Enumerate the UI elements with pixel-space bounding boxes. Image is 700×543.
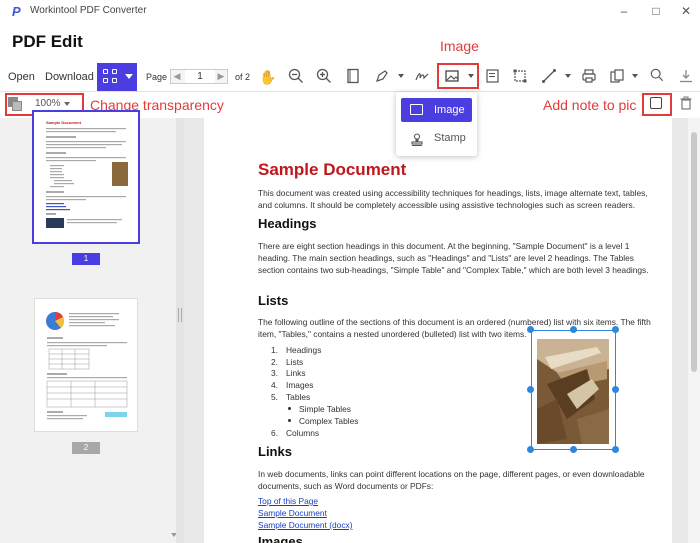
page-2-badge[interactable]: 2 xyxy=(72,442,100,454)
resize-handle[interactable] xyxy=(612,326,619,333)
pen-icon[interactable] xyxy=(373,68,391,86)
page-1-badge[interactable]: 1 xyxy=(72,253,100,265)
zoom-out-icon[interactable] xyxy=(287,68,305,86)
doc-heading-headings: Headings xyxy=(258,216,317,231)
scrollbar-thumb[interactable] xyxy=(691,132,697,372)
resize-handle[interactable] xyxy=(527,326,534,333)
transparency-select[interactable]: 100% xyxy=(35,98,61,109)
signature-icon[interactable] xyxy=(413,68,431,86)
resize-handle[interactable] xyxy=(612,386,619,393)
chevron-down-icon xyxy=(125,74,133,79)
prev-page-button[interactable]: ◀ xyxy=(171,70,183,83)
hand-tool-icon[interactable]: ✋ xyxy=(259,68,277,86)
maximize-icon[interactable]: □ xyxy=(646,2,666,20)
open-button[interactable]: Open xyxy=(8,71,35,83)
page-total: of 2 xyxy=(235,72,251,82)
menu-item-stamp[interactable]: Stamp xyxy=(401,126,472,150)
image-icon[interactable] xyxy=(443,68,461,86)
doc-title: Sample Document xyxy=(258,160,407,179)
doc-link[interactable]: Sample Document (docx) xyxy=(258,520,353,530)
image-icon xyxy=(410,104,423,115)
menu-item-label: Stamp xyxy=(434,132,466,144)
crop-icon[interactable] xyxy=(511,68,529,86)
close-icon[interactable]: ✕ xyxy=(676,2,696,20)
edit-text-icon[interactable] xyxy=(484,68,502,86)
list-item-number: 5. xyxy=(271,392,278,402)
app-title: Workintool PDF Converter xyxy=(30,5,147,16)
page-navigator: ◀ 1 ▶ xyxy=(170,69,228,84)
grid-icon xyxy=(103,69,119,85)
pen-dropdown-icon[interactable] xyxy=(398,74,404,78)
doc-heading-images: Images xyxy=(258,534,303,543)
bullet-icon xyxy=(288,419,291,422)
apps-menu-button[interactable] xyxy=(97,63,137,91)
resize-handle[interactable] xyxy=(570,446,577,453)
search-icon[interactable] xyxy=(648,68,666,86)
list-item-number: 3. xyxy=(271,368,278,378)
doc-link[interactable]: Sample Document xyxy=(258,508,327,518)
page-title: PDF Edit xyxy=(12,32,83,51)
doc-paragraph-headings: There are eight section headings in this… xyxy=(258,241,649,276)
list-item-number: 1. xyxy=(271,345,278,355)
download-icon[interactable] xyxy=(677,68,695,86)
bullet-icon xyxy=(288,407,291,410)
menu-item-label: Image xyxy=(434,104,465,116)
download-button[interactable]: Download xyxy=(45,71,94,83)
list-item: Headings xyxy=(286,345,322,355)
doc-heading-lists: Lists xyxy=(258,293,289,308)
image-dropdown-menu: Image Stamp xyxy=(396,92,477,156)
sublist-item: Simple Tables xyxy=(299,404,351,414)
print-icon[interactable] xyxy=(580,68,598,86)
doc-intro: This document was created using accessib… xyxy=(258,188,648,211)
annotation-note: Add note to pic xyxy=(543,97,637,113)
thumbnail-page-1[interactable]: Sample Document xyxy=(32,110,140,244)
resize-handle[interactable] xyxy=(612,446,619,453)
picture-selection-frame[interactable] xyxy=(531,330,616,450)
doc-link[interactable]: Top of this Page xyxy=(258,496,318,506)
doc-heading-links: Links xyxy=(258,444,292,459)
next-page-button[interactable]: ▶ xyxy=(215,70,227,83)
list-item: Columns xyxy=(286,428,320,438)
list-item: Lists xyxy=(286,357,304,367)
list-item: Tables xyxy=(286,392,311,402)
page-number-input[interactable]: 1 xyxy=(185,70,215,83)
copy-icon[interactable] xyxy=(608,68,626,86)
trash-icon[interactable] xyxy=(680,96,692,113)
sublist-item: Complex Tables xyxy=(299,416,359,426)
image-dropdown-icon[interactable] xyxy=(468,74,474,78)
list-item-number: 6. xyxy=(271,428,278,438)
page-label: Page xyxy=(146,72,168,82)
transparency-icon[interactable] xyxy=(8,97,22,111)
panel-splitter[interactable] xyxy=(176,118,184,543)
list-item: Links xyxy=(286,368,306,378)
stamp-icon xyxy=(411,131,423,146)
doc-paragraph-links: In web documents, links can point differ… xyxy=(258,469,645,492)
svg-text:Sample Document: Sample Document xyxy=(46,120,82,125)
annotation-image: Image xyxy=(440,38,479,54)
list-item-number: 4. xyxy=(271,380,278,390)
zoom-in-icon[interactable] xyxy=(315,68,333,86)
list-item-number: 2. xyxy=(271,357,278,367)
note-icon[interactable] xyxy=(650,97,662,109)
minimize-icon[interactable]: – xyxy=(614,2,634,20)
app-logo-icon: P xyxy=(12,4,21,19)
fit-page-icon[interactable] xyxy=(344,68,362,86)
copy-dropdown-icon[interactable] xyxy=(632,74,638,78)
thumbnail-page-2[interactable] xyxy=(34,298,138,432)
line-tool-icon[interactable] xyxy=(540,68,558,86)
splitter-grip-icon[interactable] xyxy=(178,308,182,322)
list-item: Images xyxy=(286,380,314,390)
resize-handle[interactable] xyxy=(527,386,534,393)
resize-handle[interactable] xyxy=(570,326,577,333)
line-dropdown-icon[interactable] xyxy=(565,74,571,78)
chevron-down-icon[interactable] xyxy=(64,102,70,106)
vertical-scrollbar[interactable] xyxy=(688,118,700,543)
menu-item-image[interactable]: Image xyxy=(401,98,472,122)
resize-handle[interactable] xyxy=(527,446,534,453)
